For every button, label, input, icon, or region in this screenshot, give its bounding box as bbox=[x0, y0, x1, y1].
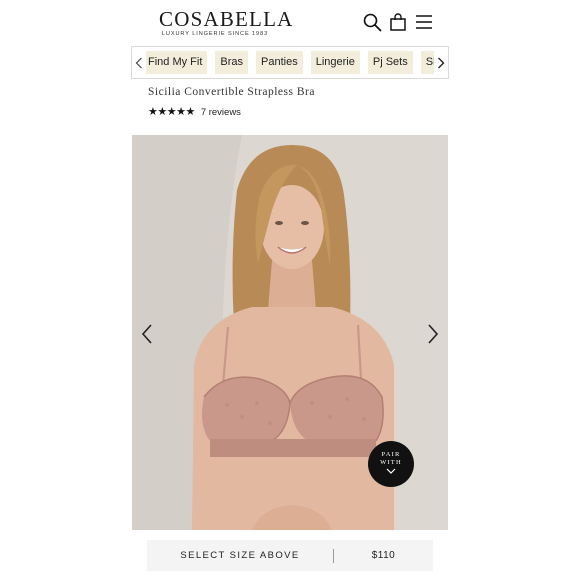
reviews-link[interactable]: 7 reviews bbox=[201, 107, 241, 118]
site-header: COSABELLA LUXURY LINGERIE SINCE 1983 bbox=[0, 0, 580, 44]
brand-logo[interactable]: COSABELLA LUXURY LINGERIE SINCE 1983 bbox=[159, 7, 294, 37]
category-list: Find My Fit Bras Panties Lingerie Pj Set… bbox=[143, 51, 448, 74]
product-rating: ★★★★★ 7 reviews bbox=[148, 106, 241, 118]
logo-wordmark: COSABELLA bbox=[159, 7, 294, 31]
hamburger-menu-icon[interactable] bbox=[414, 12, 432, 32]
category-panties[interactable]: Panties bbox=[256, 51, 303, 74]
star-rating-icon: ★★★★★ bbox=[148, 106, 195, 118]
chevron-left-icon[interactable] bbox=[139, 323, 155, 345]
add-to-bag-bar: SELECT SIZE ABOVE $110 bbox=[147, 540, 433, 571]
chevron-down-icon bbox=[386, 468, 396, 474]
shopping-bag-icon[interactable] bbox=[388, 12, 408, 32]
logo-tagline: LUXURY LINGERIE SINCE 1983 bbox=[161, 31, 269, 37]
product-price: $110 bbox=[371, 550, 396, 561]
category-bras[interactable]: Bras bbox=[215, 51, 249, 74]
pair-with-label: PAIR WITH bbox=[380, 451, 402, 466]
search-icon[interactable] bbox=[362, 12, 382, 32]
category-nav: Find My Fit Bras Panties Lingerie Pj Set… bbox=[131, 46, 449, 79]
select-size-button[interactable]: SELECT SIZE ABOVE bbox=[147, 550, 333, 561]
chevron-right-icon[interactable] bbox=[434, 47, 448, 78]
product-image-carousel[interactable]: PAIR WITH bbox=[132, 135, 448, 530]
category-find-my-fit[interactable]: Find My Fit bbox=[143, 51, 208, 74]
chevron-left-icon[interactable] bbox=[132, 47, 146, 78]
category-lingerie[interactable]: Lingerie bbox=[310, 51, 360, 74]
chevron-right-icon[interactable] bbox=[425, 323, 441, 345]
pair-with-button[interactable]: PAIR WITH bbox=[368, 441, 414, 487]
product-title: Sicilia Convertible Strapless Bra bbox=[148, 86, 315, 98]
category-pj-sets[interactable]: Pj Sets bbox=[367, 51, 413, 74]
